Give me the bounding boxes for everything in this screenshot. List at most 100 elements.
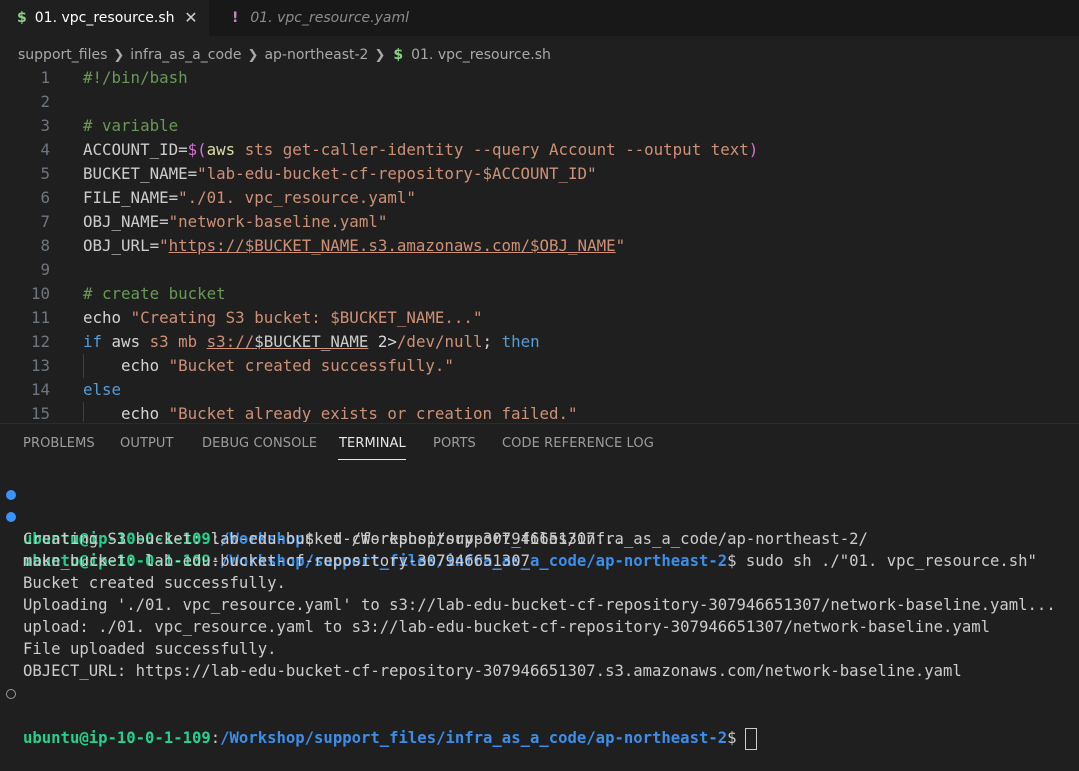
code-line[interactable]: 4 ACCOUNT_ID=$(aws sts get-caller-identit… (0, 138, 1079, 162)
panel-divider (0, 423, 1079, 424)
code-text: ACCOUNT_ID=$(aws sts get-caller-identity… (83, 138, 758, 162)
code-text: else (83, 378, 121, 402)
tab-terminal[interactable]: TERMINAL (339, 436, 406, 451)
code-text: OBJ_NAME="network-baseline.yaml" (83, 210, 387, 234)
breadcrumb-item[interactable]: infra_as_a_code (130, 47, 241, 63)
active-tab-indicator (338, 459, 406, 460)
terminal-user-host: ubuntu@ip-10-0-1-109 (23, 729, 211, 747)
code-line[interactable]: 12 if aws s3 mb s3://$BUCKET_NAME 2>/dev/… (0, 330, 1079, 354)
code-line[interactable]: 11 echo "Creating S3 bucket: $BUCKET_NAME… (0, 306, 1079, 330)
code-line[interactable]: 7 OBJ_NAME="network-baseline.yaml" (0, 210, 1079, 234)
terminal-prompt-line: ubuntu@ip-10-0-1-109:/Workshop/support_f… (0, 683, 757, 750)
command-decoration-icon[interactable] (6, 490, 16, 500)
terminal-command: $ sudo sh ./"01. vpc_resource.sh" (727, 552, 1037, 570)
code-token: OBJ_NAME= (83, 212, 169, 231)
code-token: ACCOUNT_ID= (83, 140, 188, 159)
terminal-prompt-line: ubuntu@ip-10-0-1-109:/Workshop$ cd /Work… (0, 484, 868, 548)
code-line[interactable]: 6 FILE_NAME="./01. vpc_resource.yaml" (0, 186, 1079, 210)
line-number: 6 (40, 188, 50, 207)
line-number: 4 (40, 140, 50, 159)
terminal-cursor (744, 727, 757, 750)
code-token: BUCKET_NAME= (83, 164, 198, 183)
code-text: BUCKET_NAME="lab-edu-bucket-cf-repositor… (83, 162, 597, 186)
code-token: "network-baseline.yaml" (168, 212, 388, 231)
code-token: s3:// (206, 332, 255, 351)
code-line[interactable]: 13 echo "Bucket created successfully." (0, 354, 1079, 378)
code-text: # variable (83, 114, 178, 138)
code-text: if aws s3 mb s3://$BUCKET_NAME 2>/dev/nu… (83, 330, 540, 354)
code-text: #!/bin/bash (83, 66, 188, 90)
tab-label: 01. vpc_resource.sh (34, 10, 175, 26)
line-number: 1 (40, 68, 50, 87)
shell-file-icon: $ (17, 10, 27, 26)
code-line[interactable]: 9 (0, 258, 1079, 282)
code-line[interactable]: 5 BUCKET_NAME="lab-edu-bucket-cf-reposito… (0, 162, 1079, 186)
yaml-file-icon: ! (232, 10, 239, 26)
code-token: "Creating S3 bucket: $BUCKET_NAME..." (130, 308, 483, 327)
code-token: 2> (368, 332, 397, 351)
code-token: $( (187, 140, 207, 159)
tab-label: 01. vpc_resource.yaml (250, 10, 409, 26)
terminal-command: $ (727, 729, 737, 747)
chevron-right-icon: ❯ (113, 47, 125, 63)
code-token: then (501, 332, 540, 351)
code-token: $BUCKET_NAME (254, 332, 369, 351)
tab-vpc-resource-yaml[interactable]: ! 01. vpc_resource.yaml (209, 0, 419, 36)
breadcrumb-item[interactable]: support_files (18, 47, 107, 63)
line-number: 11 (30, 308, 50, 327)
terminal-path: /Workshop/support_files/infra_as_a_code/… (220, 729, 728, 747)
code-token: " (615, 236, 626, 255)
close-icon[interactable]: ✕ (181, 8, 201, 28)
code-text: echo "Bucket created successfully." (83, 354, 454, 378)
line-number: 7 (40, 212, 50, 231)
code-line[interactable]: 3 # variable (0, 114, 1079, 138)
code-token: ; (482, 332, 502, 351)
line-number: 14 (30, 380, 50, 399)
code-token: if (83, 332, 112, 351)
code-line[interactable]: 1 #!/bin/bash (0, 66, 1079, 90)
code-token: echo (83, 356, 169, 375)
tab-problems[interactable]: PROBLEMS (23, 436, 95, 451)
code-line[interactable]: 14 else (0, 378, 1079, 402)
code-text: echo "Bucket already exists or creation … (83, 402, 578, 422)
code-token: /dev/null (396, 332, 483, 351)
command-decoration-icon[interactable] (6, 512, 16, 522)
tab-code-reference-log[interactable]: CODE REFERENCE LOG (502, 436, 654, 451)
code-line[interactable]: 2 (0, 90, 1079, 114)
panel-tab-bar: PROBLEMS OUTPUT DEBUG CONSOLE TERMINAL P… (0, 426, 1079, 466)
code-text: OBJ_URL="https://$BUCKET_NAME.s3.amazona… (83, 234, 625, 258)
code-line[interactable]: 15 echo "Bucket already exists or creati… (0, 402, 1079, 422)
command-decoration-icon[interactable] (6, 689, 16, 699)
code-token: # create bucket (83, 284, 226, 303)
code-line[interactable]: 8 OBJ_URL="https://$BUCKET_NAME.s3.amazon… (0, 234, 1079, 258)
code-token: echo (83, 404, 169, 422)
line-number: 10 (30, 284, 50, 303)
line-number: 13 (30, 356, 50, 375)
line-number: 8 (40, 236, 50, 255)
breadcrumb: support_files ❯ infra_as_a_code ❯ ap-nor… (18, 44, 551, 66)
code-token: "lab-edu-bucket-cf-repository-$ACCOUNT_I… (197, 164, 597, 183)
code-line[interactable]: 10 # create bucket (0, 282, 1079, 306)
code-text: echo "Creating S3 bucket: $BUCKET_NAME..… (83, 306, 482, 330)
tab-ports[interactable]: PORTS (433, 436, 476, 451)
code-token: "Bucket already exists or creation faile… (168, 404, 578, 422)
chevron-right-icon: ❯ (374, 47, 386, 63)
code-token: else (83, 380, 122, 399)
code-token: "./01. vpc_resource.yaml" (178, 188, 416, 207)
code-token: " (159, 236, 169, 255)
line-number: 2 (40, 92, 50, 111)
code-token: echo (83, 308, 131, 327)
code-text: FILE_NAME="./01. vpc_resource.yaml" (83, 186, 416, 210)
line-number: 12 (30, 332, 50, 351)
code-token: # variable (83, 116, 179, 135)
terminal-prompt-line: ubuntu@ip-10-0-1-109:/Workshop/support_f… (0, 506, 1037, 570)
tab-debug-console[interactable]: DEBUG CONSOLE (202, 436, 317, 451)
code-editor[interactable]: 1 #!/bin/bash 2 3 # variable 4 ACCOUNT_ID=$(aw… (0, 66, 1079, 422)
code-token: #!/bin/bash (83, 68, 188, 87)
line-number: 3 (40, 116, 50, 135)
breadcrumb-item[interactable]: ap-northeast-2 (264, 47, 368, 63)
breadcrumb-item[interactable]: 01. vpc_resource.sh (411, 47, 551, 63)
code-token: "Bucket created successfully." (168, 356, 454, 375)
tab-output[interactable]: OUTPUT (120, 436, 174, 451)
tab-vpc-resource-sh[interactable]: $ 01. vpc_resource.sh ✕ (0, 0, 209, 36)
